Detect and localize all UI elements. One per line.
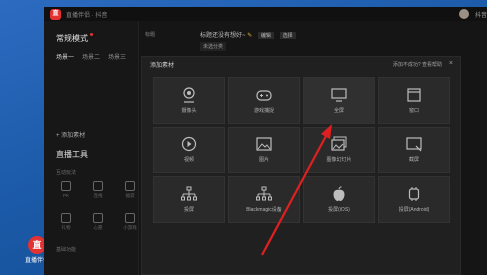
- screenshot-icon: [406, 137, 422, 152]
- tool-row-2: 礼物 心愿 小游戏: [56, 213, 140, 231]
- edit-pen-icon[interactable]: ✎: [247, 33, 252, 39]
- source-blackmagic[interactable]: Blackmagic设备: [228, 176, 300, 223]
- source-game-capture[interactable]: 游戏捕捉: [228, 77, 300, 124]
- heart-icon: [93, 213, 103, 223]
- stream-title-row: 标题还没有想好~ ✎ 编辑 选择: [200, 30, 296, 39]
- source-fullscreen[interactable]: 全屏: [303, 77, 375, 124]
- avatar[interactable]: [459, 9, 469, 19]
- source-label: 图片: [258, 157, 269, 164]
- link-icon: [93, 181, 103, 191]
- add-source-dialog: 添加素材 添加不成功? 查看帮助 × 摄像头 游戏捕捉 全屏 窗口 视频 图片 …: [141, 56, 461, 275]
- tab-scene-2[interactable]: 场景二: [82, 52, 100, 61]
- monitor-icon: [331, 88, 347, 102]
- app-logo-icon: 直: [50, 8, 61, 20]
- source-grid: 摄像头 游戏捕捉 全屏 窗口 视频 图片 图像幻灯片 截屏 投屏 Blackma…: [153, 77, 450, 272]
- gift-icon: [61, 213, 71, 223]
- source-screenshot[interactable]: 截屏: [378, 126, 450, 173]
- header-left-label: 标题: [145, 32, 156, 38]
- category-selector[interactable]: 未选分类: [200, 42, 227, 51]
- source-window[interactable]: 窗口: [378, 77, 450, 124]
- bag-icon: [125, 181, 135, 191]
- source-label: 投屏(Android): [398, 206, 430, 213]
- tool-heart[interactable]: 心愿: [88, 213, 108, 231]
- tool-label: PK: [62, 193, 69, 198]
- source-image[interactable]: 图片: [228, 126, 300, 173]
- source-cast-android[interactable]: 投屏(Android): [378, 176, 450, 223]
- source-slideshow[interactable]: 图像幻灯片: [303, 126, 375, 173]
- source-label: 投屏: [183, 206, 194, 213]
- gamepad-icon: [256, 90, 272, 101]
- window-title: 直播伴侣 · 抖音: [66, 12, 108, 19]
- stream-title[interactable]: 标题还没有想好~: [200, 33, 246, 39]
- live-tools-title: 直播工具: [56, 150, 88, 159]
- pk-icon: [61, 181, 71, 191]
- tool-label: 礼物: [61, 225, 71, 230]
- source-label: 视频: [183, 157, 194, 164]
- source-camera[interactable]: 摄像头: [153, 77, 225, 124]
- tool-label: 连线: [93, 193, 103, 198]
- sidebar: 常规模式 场景一 场景二 场景三 + 添加素材 直播工具 互动玩法 PK 连线 …: [44, 21, 139, 275]
- source-label: 窗口: [408, 107, 419, 114]
- source-label: 全屏: [333, 107, 344, 114]
- game-icon: [125, 213, 135, 223]
- tool-game[interactable]: 小游戏: [120, 213, 140, 231]
- tool-row-1: PK 连线 福袋: [56, 181, 140, 199]
- tool-gift[interactable]: 礼物: [56, 213, 76, 231]
- select-button[interactable]: 选择: [279, 32, 296, 39]
- add-source-button[interactable]: + 添加素材: [56, 130, 85, 139]
- source-cast-ios[interactable]: 投屏(iOS): [303, 176, 375, 223]
- tool-label: 心愿: [93, 225, 103, 230]
- source-label: 游戏捕捉: [253, 107, 274, 114]
- tool-label: 小游戏: [123, 225, 137, 230]
- close-icon[interactable]: ×: [449, 60, 453, 67]
- section-basic-label: 基础功能: [56, 247, 77, 253]
- source-label: 摄像头: [181, 107, 197, 114]
- android-icon: [408, 186, 420, 201]
- window-icon: [407, 88, 421, 102]
- source-label: 图像幻灯片: [326, 157, 352, 164]
- title-bar: 直 直播伴侣 · 抖音 抖音: [44, 7, 487, 21]
- source-cast[interactable]: 投屏: [153, 176, 225, 223]
- tab-scene-1[interactable]: 场景一: [56, 52, 74, 61]
- source-label: 投屏(iOS): [328, 206, 350, 213]
- tool-label: 福袋: [125, 193, 135, 198]
- section-interaction-label: 互动玩法: [56, 170, 77, 176]
- tab-scene-3[interactable]: 场景三: [108, 52, 126, 61]
- edit-button[interactable]: 编辑: [257, 32, 274, 39]
- apple-icon: [333, 186, 345, 201]
- source-label: Blackmagic设备: [246, 206, 282, 213]
- image-icon: [256, 137, 272, 151]
- user-label[interactable]: 抖音: [475, 10, 487, 19]
- help-link[interactable]: 添加不成功? 查看帮助: [393, 61, 442, 68]
- network-icon: [181, 186, 197, 201]
- mode-selector[interactable]: 常规模式: [56, 33, 94, 44]
- slideshow-icon: [331, 136, 347, 151]
- scene-tabs: 场景一 场景二 场景三: [56, 52, 126, 61]
- tool-pk[interactable]: PK: [56, 181, 76, 199]
- tool-link[interactable]: 连线: [88, 181, 108, 199]
- tool-bag[interactable]: 福袋: [120, 181, 140, 199]
- blackmagic-icon: [256, 186, 272, 201]
- notification-dot-icon: [90, 33, 94, 36]
- video-icon: [181, 137, 197, 152]
- mode-title: 常规模式: [56, 34, 88, 43]
- source-label: 截屏: [408, 157, 419, 164]
- camera-icon: [183, 87, 195, 103]
- source-video[interactable]: 视频: [153, 126, 225, 173]
- dialog-title: 添加素材: [150, 63, 175, 69]
- stream-header: 标题 标题还没有想好~ ✎ 编辑 选择 未选分类: [139, 21, 487, 51]
